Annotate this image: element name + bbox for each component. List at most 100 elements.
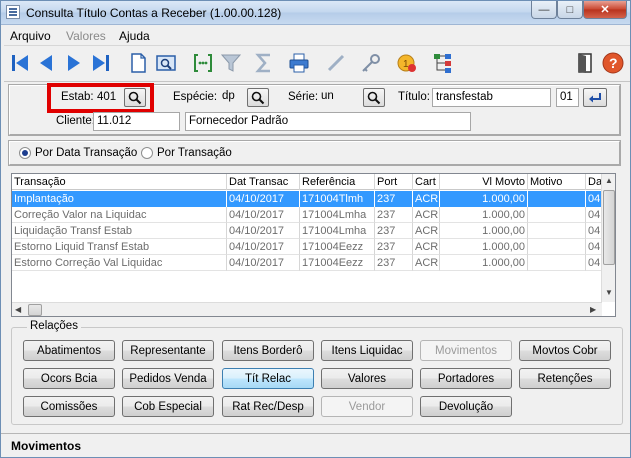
close-button[interactable]: ✕ — [583, 1, 627, 19]
retencoes-button[interactable]: Retenções — [519, 368, 611, 389]
sum-icon[interactable] — [252, 51, 276, 75]
col-cart[interactable]: Cart — [413, 174, 440, 190]
table-row[interactable]: Estorno Liquid Transf Estab 04/10/2017 1… — [12, 239, 602, 255]
cell-transacao: Estorno Liquid Transf Estab — [12, 239, 227, 255]
coin-icon[interactable]: 1 — [395, 51, 419, 75]
cell-da: 04 — [586, 209, 602, 223]
tit-relac-button[interactable]: Tít Relac — [222, 368, 314, 389]
menu-arquivo[interactable]: Arquivo — [10, 29, 51, 43]
radio-por-data[interactable]: Por Data Transação — [19, 147, 137, 159]
cell-transacao: Liquidação Transf Estab — [12, 223, 227, 239]
col-vl-movto[interactable]: Vl Movto — [440, 174, 528, 190]
title-bar[interactable]: Consulta Título Contas a Receber (1.00.0… — [1, 1, 630, 25]
key-icon[interactable] — [359, 51, 383, 75]
cell-vl-movto: 1.000,00 — [440, 191, 528, 207]
cell-vl-movto: 1.000,00 — [440, 255, 528, 271]
cliente-field[interactable]: 11.012 — [93, 112, 180, 131]
zoom-screen-icon[interactable] — [154, 51, 178, 75]
svg-text:1: 1 — [403, 59, 409, 70]
titulo-field[interactable]: transfestab — [432, 88, 551, 107]
maximize-button[interactable]: □ — [557, 1, 583, 19]
table-row[interactable]: Liquidação Transf Estab 04/10/2017 17100… — [12, 223, 602, 239]
svg-text:?: ? — [609, 55, 618, 71]
menu-bar: Arquivo Valores Ajuda — [1, 26, 630, 45]
cliente-nome-field: Fornecedor Padrão — [185, 112, 471, 131]
scroll-down-icon[interactable]: ▼ — [605, 288, 613, 297]
cell-transacao: Estorno Correção Val Liquidac — [12, 255, 227, 271]
magnifier-icon — [251, 91, 265, 104]
cliente-label: Cliente: — [56, 115, 95, 127]
cell-vl-movto: 1.000,00 — [440, 239, 528, 255]
help-icon[interactable]: ? — [601, 51, 625, 75]
pen-icon[interactable] — [324, 51, 348, 75]
next-icon[interactable] — [62, 51, 86, 75]
estab-highlight-box — [47, 83, 154, 113]
col-da[interactable]: Da — [586, 174, 602, 190]
print-icon[interactable] — [287, 51, 311, 75]
minimize-button[interactable]: — — [531, 1, 557, 19]
radio-por-transacao[interactable]: Por Transação — [141, 147, 232, 159]
filter-icon[interactable] — [219, 51, 243, 75]
rat-rec-desp-button[interactable]: Rat Rec/Desp — [222, 396, 314, 417]
cell-dat-transac: 04/10/2017 — [227, 223, 300, 239]
cob-especial-button[interactable]: Cob Especial — [122, 396, 214, 417]
transactions-grid[interactable]: Transação Dat Transac Referência Port Ca… — [11, 173, 616, 317]
pedidos-venda-button[interactable]: Pedidos Venda — [122, 368, 214, 389]
toolbar: 1 ? — [4, 45, 630, 82]
scroll-thumb[interactable] — [28, 304, 42, 316]
serie-field[interactable]: un — [318, 88, 362, 107]
representante-button[interactable]: Representante — [122, 340, 214, 361]
cell-port: 237 — [375, 191, 413, 207]
scroll-left-icon[interactable]: ◀ — [15, 305, 21, 314]
abatimentos-button[interactable]: Abatimentos — [23, 340, 115, 361]
table-row[interactable]: Estorno Correção Val Liquidac 04/10/2017… — [12, 255, 602, 271]
valores-button[interactable]: Valores — [321, 368, 413, 389]
col-dat-transac[interactable]: Dat Transac — [227, 174, 300, 190]
especie-field[interactable]: dp — [219, 88, 247, 107]
last-icon[interactable] — [89, 51, 113, 75]
devolucao-button[interactable]: Devolução — [420, 396, 512, 417]
movimentos-button[interactable]: Movimentos — [420, 340, 512, 361]
first-icon[interactable] — [8, 51, 32, 75]
table-row[interactable]: Implantação 04/10/2017 171004Tlmh 237 AC… — [12, 191, 602, 207]
comissoes-button[interactable]: Comissões — [23, 396, 115, 417]
exit-icon[interactable] — [573, 51, 597, 75]
menu-ajuda[interactable]: Ajuda — [119, 29, 150, 43]
window-title: Consulta Título Contas a Receber (1.00.0… — [26, 6, 282, 20]
parcela-field[interactable]: 01 — [556, 88, 579, 107]
movtos-cobr-button[interactable]: Movtos Cobr — [519, 340, 611, 361]
cell-dat-transac: 04/10/2017 — [227, 239, 300, 255]
portadores-button[interactable]: Portadores — [420, 368, 512, 389]
col-transacao[interactable]: Transação — [12, 174, 227, 190]
cell-vl-movto: 1.000,00 — [440, 223, 528, 239]
cell-dat-transac: 04/10/2017 — [227, 191, 300, 207]
horizontal-scrollbar[interactable]: ◀ ▶ — [12, 302, 602, 316]
cell-motivo — [528, 191, 586, 207]
go-button[interactable] — [583, 88, 607, 107]
bracket-icon[interactable] — [191, 51, 215, 75]
tree-icon[interactable] — [431, 51, 455, 75]
cell-cart: ACR — [413, 207, 440, 223]
cell-motivo — [528, 239, 586, 255]
col-port[interactable]: Port — [375, 174, 413, 190]
scroll-thumb[interactable] — [603, 190, 615, 265]
vendor-button[interactable]: Vendor — [321, 396, 413, 417]
col-motivo[interactable]: Motivo — [528, 174, 586, 190]
itens-liquidac-button[interactable]: Itens Liquidac — [321, 340, 413, 361]
cell-transacao: Implantação — [12, 191, 227, 207]
especie-zoom-button[interactable] — [247, 88, 269, 107]
cell-port: 237 — [375, 255, 413, 271]
radio-por-data-label: Por Data Transação — [35, 147, 138, 159]
serie-zoom-button[interactable] — [363, 88, 385, 107]
vertical-scrollbar[interactable]: ▲ ▼ — [601, 174, 615, 302]
menu-valores[interactable]: Valores — [66, 29, 106, 43]
scroll-up-icon[interactable]: ▲ — [605, 176, 613, 185]
col-referencia[interactable]: Referência — [300, 174, 375, 190]
document-icon[interactable] — [126, 51, 150, 75]
scroll-right-icon[interactable]: ▶ — [590, 305, 596, 314]
table-row[interactable]: Correção Valor na Liquidac 04/10/2017 17… — [12, 207, 602, 223]
app-icon — [6, 5, 20, 19]
itens-bordero-button[interactable]: Itens Borderô — [222, 340, 314, 361]
previous-icon[interactable] — [34, 51, 58, 75]
ocors-bcia-button[interactable]: Ocors Bcia — [23, 368, 115, 389]
